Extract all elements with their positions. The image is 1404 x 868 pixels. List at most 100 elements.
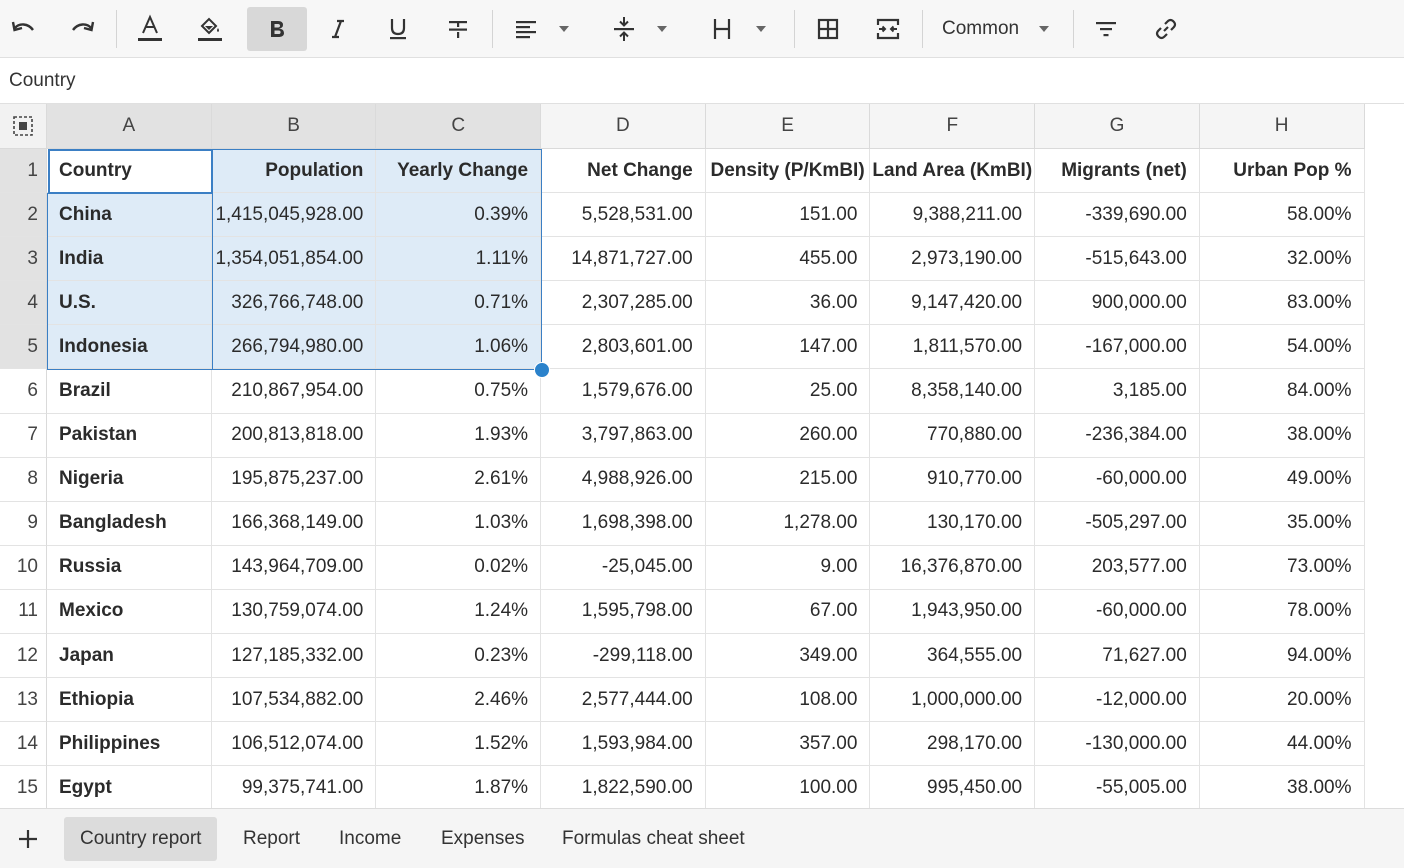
column-header-a[interactable]: A <box>47 104 212 149</box>
spreadsheet-grid[interactable]: A B C D E F G H 1 2 3 4 5 6 7 8 9 10 11 12 13 14 15 Co… <box>0 104 1404 808</box>
cell-e5[interactable]: 147.00 <box>705 325 871 370</box>
cell-f6[interactable]: 8,358,140.00 <box>870 369 1036 414</box>
cell-d1[interactable]: Net Change <box>541 149 706 194</box>
cell-f12[interactable]: 364,555.00 <box>870 634 1036 679</box>
cell-h5[interactable]: 54.00% <box>1199 325 1365 370</box>
cell-c12[interactable]: 0.23% <box>376 634 542 679</box>
cell-b4[interactable]: 326,766,748.00 <box>211 281 377 326</box>
cell-h1[interactable]: Urban Pop % <box>1199 149 1365 194</box>
cell-g5[interactable]: -167,000.00 <box>1035 325 1200 370</box>
column-header-g[interactable]: G <box>1035 104 1200 149</box>
cell-d7[interactable]: 3,797,863.00 <box>541 413 706 458</box>
merge-cells-button[interactable] <box>866 7 910 51</box>
cell-a13[interactable]: Ethiopia <box>47 678 212 723</box>
tab-formulas-cheat-sheet[interactable]: Formulas cheat sheet <box>546 817 761 861</box>
cell-h13[interactable]: 20.00% <box>1199 678 1365 723</box>
cell-g7[interactable]: -236,384.00 <box>1035 413 1200 458</box>
cell-d4[interactable]: 2,307,285.00 <box>541 281 706 326</box>
cell-g10[interactable]: 203,577.00 <box>1035 545 1200 590</box>
row-header[interactable]: 12 <box>0 634 47 679</box>
cell-h2[interactable]: 58.00% <box>1199 193 1365 238</box>
cell-b5[interactable]: 266,794,980.00 <box>211 325 377 370</box>
cell-g15[interactable]: -55,005.00 <box>1035 766 1200 808</box>
cell-a1[interactable]: Country <box>47 149 212 194</box>
cell-b1[interactable]: Population <box>211 149 377 194</box>
cell-h12[interactable]: 94.00% <box>1199 634 1365 679</box>
strikethrough-button[interactable] <box>436 7 480 51</box>
cell-g1[interactable]: Migrants (net) <box>1035 149 1200 194</box>
vertical-align-dropdown[interactable] <box>650 7 674 51</box>
row-header[interactable]: 8 <box>0 457 47 502</box>
borders-button[interactable] <box>806 7 850 51</box>
cell-f2[interactable]: 9,388,211.00 <box>870 193 1036 238</box>
row-header[interactable]: 1 <box>0 149 47 194</box>
row-header[interactable]: 9 <box>0 501 47 546</box>
cell-g12[interactable]: 71,627.00 <box>1035 634 1200 679</box>
row-header[interactable]: 11 <box>0 589 47 635</box>
cell-c6[interactable]: 0.75% <box>376 369 542 414</box>
cell-b11[interactable]: 130,759,074.00 <box>211 589 377 635</box>
cell-a11[interactable]: Mexico <box>47 589 212 635</box>
cell-e2[interactable]: 151.00 <box>705 193 871 238</box>
tab-income[interactable]: Income <box>323 817 417 861</box>
row-header[interactable]: 13 <box>0 678 47 723</box>
cell-b15[interactable]: 99,375,741.00 <box>212 766 377 808</box>
cell-b14[interactable]: 106,512,074.00 <box>211 722 377 767</box>
underline-button[interactable] <box>376 7 420 51</box>
cell-c2[interactable]: 0.39% <box>376 193 542 238</box>
cell-g14[interactable]: -130,000.00 <box>1035 722 1200 767</box>
cell-d12[interactable]: -299,118.00 <box>541 634 706 679</box>
cell-a4[interactable]: U.S. <box>47 281 212 326</box>
row-header[interactable]: 3 <box>0 237 47 282</box>
bold-button[interactable] <box>247 7 307 51</box>
cell-a9[interactable]: Bangladesh <box>47 501 212 546</box>
row-header[interactable]: 7 <box>0 413 47 458</box>
text-color-button[interactable] <box>128 7 172 51</box>
vertical-align-button[interactable] <box>602 7 646 51</box>
number-format-select[interactable]: Common <box>932 7 1062 51</box>
cell-a7[interactable]: Pakistan <box>47 413 212 458</box>
italic-button[interactable] <box>316 7 360 51</box>
text-wrap-button[interactable] <box>700 7 744 51</box>
cell-e3[interactable]: 455.00 <box>705 237 871 282</box>
column-header-c[interactable]: C <box>376 104 542 149</box>
cell-d13[interactable]: 2,577,444.00 <box>541 678 706 723</box>
tab-country-report[interactable]: Country report <box>64 817 218 861</box>
cell-d9[interactable]: 1,698,398.00 <box>541 501 706 546</box>
cell-f10[interactable]: 16,376,870.00 <box>870 545 1036 590</box>
cell-e15[interactable]: 100.00 <box>706 766 871 808</box>
cell-e4[interactable]: 36.00 <box>705 281 871 326</box>
cell-f14[interactable]: 298,170.00 <box>870 722 1036 767</box>
cell-h7[interactable]: 38.00% <box>1199 413 1365 458</box>
cell-c5[interactable]: 1.06% <box>376 325 542 370</box>
cell-e13[interactable]: 108.00 <box>705 678 871 723</box>
tab-expenses[interactable]: Expenses <box>425 817 540 861</box>
tab-report[interactable]: Report <box>227 817 316 861</box>
row-header[interactable]: 15 <box>0 766 47 808</box>
cell-a12[interactable]: Japan <box>47 634 212 679</box>
cell-a6[interactable]: Brazil <box>47 369 212 414</box>
cell-d2[interactable]: 5,528,531.00 <box>541 193 706 238</box>
row-header[interactable]: 4 <box>0 281 47 326</box>
cell-b13[interactable]: 107,534,882.00 <box>211 678 377 723</box>
cell-c15[interactable]: 1.87% <box>376 766 542 808</box>
cell-value-bar[interactable]: Country <box>0 59 1404 104</box>
cell-e8[interactable]: 215.00 <box>705 457 871 502</box>
cell-g13[interactable]: -12,000.00 <box>1035 678 1200 723</box>
cell-g6[interactable]: 3,185.00 <box>1035 369 1200 414</box>
add-sheet-button[interactable] <box>14 825 42 853</box>
cell-d5[interactable]: 2,803,601.00 <box>541 325 706 370</box>
cell-f7[interactable]: 770,880.00 <box>870 413 1036 458</box>
horizontal-align-button[interactable] <box>504 7 548 51</box>
fill-handle[interactable] <box>534 362 550 378</box>
link-button[interactable] <box>1144 7 1188 51</box>
row-header[interactable]: 2 <box>0 193 47 238</box>
cell-c9[interactable]: 1.03% <box>376 501 542 546</box>
cell-c8[interactable]: 2.61% <box>376 457 542 502</box>
cell-d15[interactable]: 1,822,590.00 <box>541 766 706 808</box>
cell-h3[interactable]: 32.00% <box>1199 237 1365 282</box>
cell-e1[interactable]: Density (P/KmBI) <box>705 149 871 194</box>
cell-h10[interactable]: 73.00% <box>1199 545 1365 590</box>
cell-a3[interactable]: India <box>47 237 212 282</box>
cell-d6[interactable]: 1,579,676.00 <box>541 369 706 414</box>
